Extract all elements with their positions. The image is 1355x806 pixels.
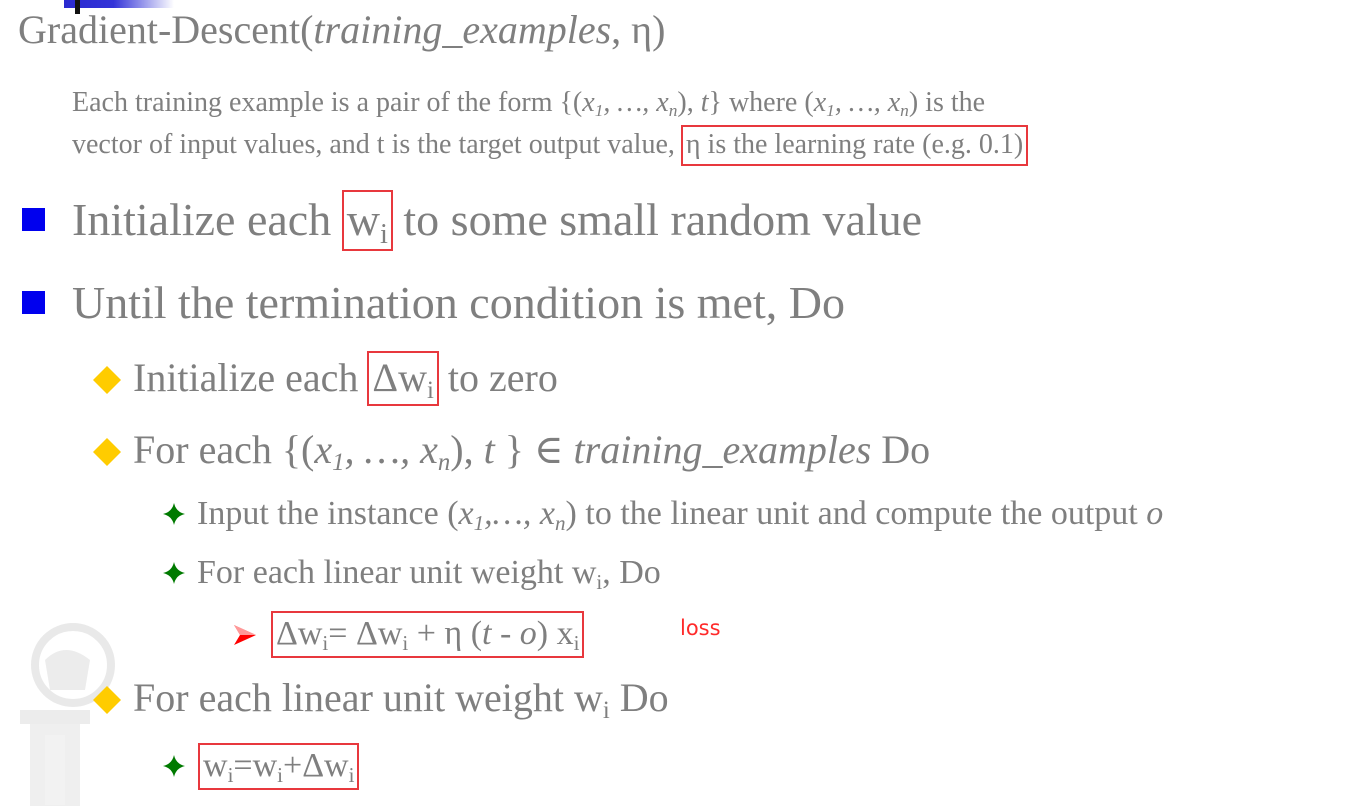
text-segment: + η ( [408, 615, 483, 652]
text-segment: - [491, 615, 520, 652]
subscript: n [555, 510, 566, 535]
blue-square-bullet-icon [22, 208, 46, 237]
step-level-2: For each {(x1, …, xn), t } ∈ training_ex… [133, 430, 930, 476]
text-segment: x [420, 427, 438, 472]
text-segment: For each linear unit weight w [133, 675, 603, 720]
text-segment: x [539, 495, 555, 532]
highlight-box: η is the learning rate (e.g. 0.1) [680, 125, 1029, 166]
text-segment: For each {( [133, 427, 315, 472]
text-segment: Δw [276, 615, 323, 652]
text-segment: x [887, 87, 901, 118]
text-segment: +Δw [283, 747, 349, 784]
green-star-bullet-icon [163, 562, 185, 589]
text-segment: to some small random value [391, 194, 923, 245]
text-segment: , …, [834, 87, 888, 118]
text-segment: ) is the [908, 87, 986, 118]
text-segment: t [700, 87, 709, 118]
subscript: i [573, 630, 580, 655]
text-segment: ), [677, 87, 701, 118]
text-segment: = Δw [328, 615, 403, 652]
subscript: n [437, 448, 451, 476]
text-segment: } where ( [708, 87, 814, 118]
subscript: i [379, 218, 388, 250]
text-segment: For each linear unit weight w [197, 554, 597, 591]
text-segment: training_examples [313, 7, 612, 52]
red-arrow-bullet-icon [233, 623, 257, 652]
subscript: n [900, 100, 909, 120]
text-segment: w [203, 747, 228, 784]
text-segment: Gradient-Descent( [18, 7, 314, 52]
text-segment: Until the termination condition is met, … [72, 277, 845, 328]
text-segment: x [314, 427, 333, 472]
text-segment: vector of input values, and t is the tar… [72, 129, 682, 160]
text-segment: x [813, 87, 827, 118]
green-star-bullet-icon [163, 503, 185, 530]
subscript: i [427, 376, 434, 404]
text-segment: , …, [603, 87, 657, 118]
text-segment: η is the learning rate (e.g. 0.1) [685, 129, 1024, 160]
subscript: 1 [332, 448, 345, 476]
text-segment: Do [871, 427, 931, 472]
step-level-1: Until the termination condition is met, … [72, 280, 845, 326]
text-segment: , …, [344, 427, 421, 472]
text-segment: x [582, 87, 595, 118]
text-segment: x [656, 87, 669, 118]
text-segment: , η) [611, 7, 666, 52]
text-segment: =w [233, 747, 278, 784]
subscript: i [602, 696, 610, 724]
text-segment: Do [609, 675, 669, 720]
step-level-4: Δwi= Δwi + η (t - o) xi [271, 611, 585, 658]
step-level-2: Initialize each Δwi to zero [133, 351, 558, 406]
text-segment: ) x [536, 615, 574, 652]
text-segment: w [346, 194, 380, 245]
text-segment: o [519, 615, 537, 652]
blue-square-bullet-icon [22, 291, 46, 320]
highlight-box: wi=wi+Δwi [198, 743, 360, 790]
description-line-1: Each training example is a pair of the f… [72, 87, 986, 120]
loss-annotation: loss [680, 616, 721, 640]
yellow-diamond-bullet-icon [92, 685, 122, 720]
text-segment: Each training example is a pair of the f… [72, 87, 583, 118]
text-segment: o [1146, 495, 1164, 532]
highlight-box: wi [341, 190, 393, 251]
yellow-diamond-bullet-icon [92, 365, 122, 400]
subscript: 1 [473, 510, 485, 535]
text-segment: t [483, 427, 495, 472]
text-segment: ) to the linear unit and compute the out… [565, 495, 1147, 532]
step-level-3: Input the instance (x1,…, xn) to the lin… [197, 497, 1163, 534]
step-level-3: For each linear unit weight wi, Do [197, 556, 661, 593]
text-segment: Initialize each [133, 355, 369, 400]
highlight-box: Δwi= Δwi + η (t - o) xi [271, 611, 585, 658]
subscript: i [348, 762, 355, 787]
text-segment: Δw [372, 355, 428, 400]
text-segment: , Do [602, 554, 661, 591]
subscript: 1 [826, 100, 835, 120]
step-level-1: Initialize each wi to some small random … [72, 190, 923, 251]
text-segment: training_examples [573, 427, 872, 472]
description-line-2: vector of input values, and t is the tar… [72, 125, 1029, 166]
slide-title: Gradient-Descent(training_examples, η) [18, 10, 665, 50]
green-star-bullet-icon [163, 755, 185, 782]
text-segment: Input the instance ( [197, 495, 459, 532]
highlight-box: Δwi [367, 351, 439, 406]
step-level-3: wi=wi+Δwi [198, 743, 360, 790]
text-segment: Initialize each [72, 194, 343, 245]
step-level-2: For each linear unit weight wi Do [133, 678, 669, 724]
text-segment: ), [450, 427, 484, 472]
text-segment: x [458, 495, 474, 532]
text-segment: to zero [437, 355, 558, 400]
yellow-diamond-bullet-icon [92, 437, 122, 472]
text-segment: } ∈ [494, 427, 574, 472]
text-segment: ,…, [484, 495, 540, 532]
